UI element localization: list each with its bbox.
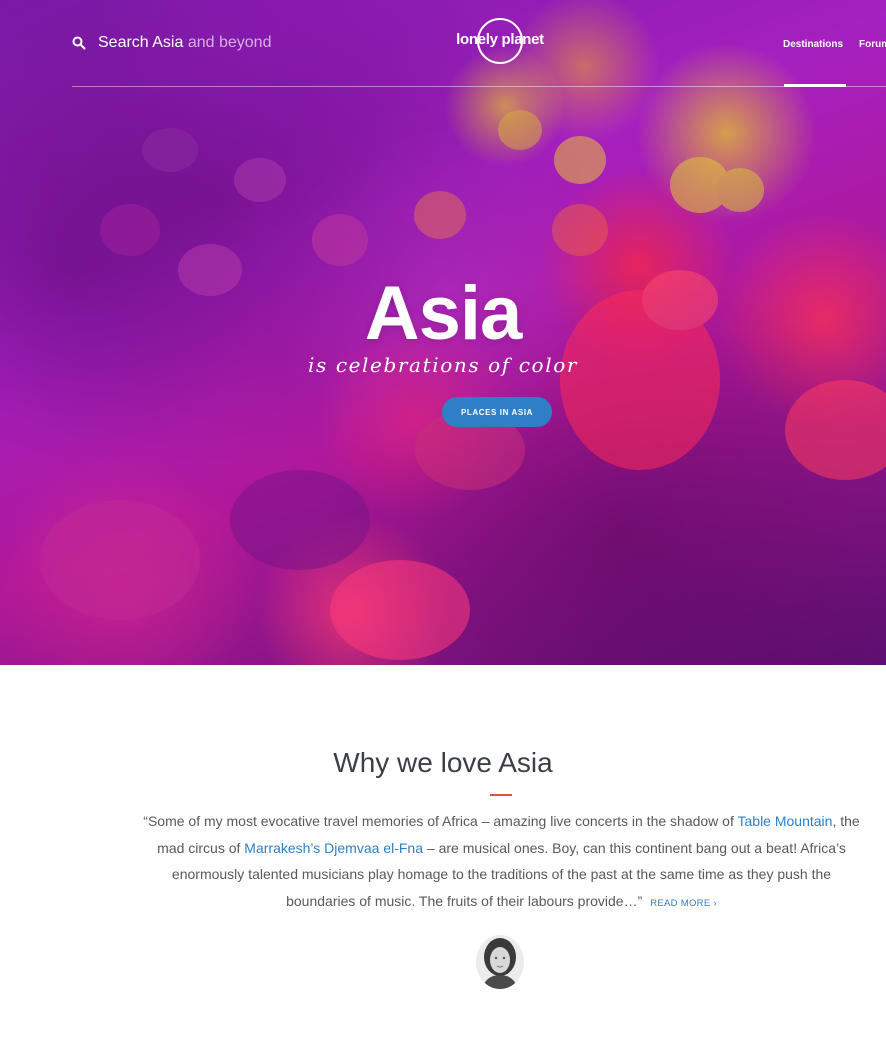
nav-item-destinations[interactable]: Destinations	[783, 39, 843, 50]
section-heading: Why we love Asia	[333, 747, 553, 778]
places-in-asia-button[interactable]: PLACES IN ASIA	[442, 397, 552, 427]
main-nav: Destinations Forum	[783, 39, 886, 50]
quote-text-1: “Some of my most evocative travel memori…	[143, 813, 738, 829]
search-prefix: Search Asia	[98, 34, 184, 51]
search-suffix: and beyond	[183, 34, 272, 51]
header-divider	[72, 86, 886, 87]
search-icon[interactable]	[72, 36, 86, 50]
heading-rule	[490, 794, 512, 796]
logo-text: lonely planet	[456, 31, 544, 48]
hero-subtitle: is celebrations of color	[308, 353, 578, 377]
link-marrakesh[interactable]: Marrakesh’s Djemvaa el-Fna	[244, 840, 423, 856]
nav-item-forum[interactable]: Forum	[859, 39, 886, 50]
hero-banner: Search Asia and beyond lonely planet Des…	[0, 0, 886, 665]
hero-title: Asia	[364, 271, 523, 356]
search-bar[interactable]: Search Asia and beyond	[72, 32, 271, 54]
nav-active-indicator	[784, 84, 846, 87]
lonely-planet-logo[interactable]: lonely planet	[451, 18, 549, 68]
search-input[interactable]: Search Asia and beyond	[98, 34, 271, 52]
author-avatar[interactable]	[476, 935, 524, 989]
author-portrait	[476, 935, 524, 989]
intro-quote: “Some of my most evocative travel memori…	[140, 808, 863, 918]
read-more-link[interactable]: READ MORE ›	[650, 898, 717, 909]
link-table-mountain[interactable]: Table Mountain	[738, 813, 833, 829]
